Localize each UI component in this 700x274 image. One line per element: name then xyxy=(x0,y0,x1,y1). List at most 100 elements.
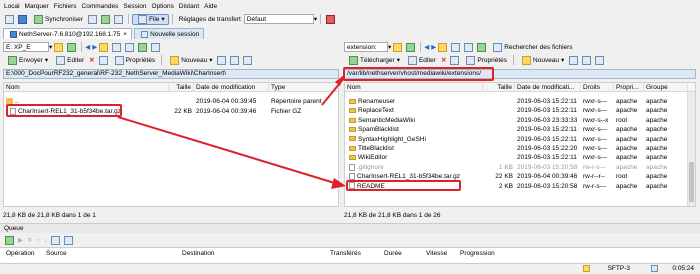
parent-dir-icon[interactable] xyxy=(99,42,109,52)
send-button[interactable]: Envoyer ▾ xyxy=(3,55,51,65)
queue-button[interactable]: File ▾ xyxy=(131,13,169,25)
deselect-icon[interactable] xyxy=(230,55,240,65)
home-icon[interactable] xyxy=(125,42,135,52)
filter-icon[interactable] xyxy=(406,42,416,52)
left-file-list[interactable]: Nom Taille Date de modification Type .. … xyxy=(3,82,339,207)
col-owner[interactable]: Propri... xyxy=(614,83,644,92)
list-item[interactable]: TitleBlacklist 2019-06-03 15:22:20 rwxr-s-… xyxy=(345,144,695,153)
col-size[interactable]: Taille xyxy=(169,83,194,92)
open-folder-icon[interactable] xyxy=(54,42,64,52)
refresh-icon[interactable] xyxy=(138,42,148,52)
back-icon[interactable]: ◀ xyxy=(85,43,90,51)
terminal-icon[interactable] xyxy=(100,14,110,24)
delete-icon[interactable]: ✕ xyxy=(27,236,32,244)
menu-distant[interactable]: Distant xyxy=(179,3,199,10)
menu-session[interactable]: Session xyxy=(123,3,146,10)
find-icon[interactable] xyxy=(151,42,161,52)
item-name: SemanticMediaWiki xyxy=(345,116,483,125)
col-size[interactable]: Taille xyxy=(483,83,515,92)
queue-col-duration[interactable]: Durée xyxy=(382,249,402,258)
back-icon[interactable]: ◀ xyxy=(424,43,429,51)
col-rights[interactable]: Droits xyxy=(581,83,614,92)
menu-fichiers[interactable]: Fichiers xyxy=(54,3,77,10)
col-name[interactable]: Nom xyxy=(4,83,169,92)
transfer-settings-select[interactable]: Défaut xyxy=(243,14,314,24)
menu-local[interactable]: Local xyxy=(4,3,20,10)
root-dir-icon[interactable] xyxy=(451,42,461,52)
rename-icon[interactable] xyxy=(98,55,108,65)
queue-settings-icon[interactable] xyxy=(50,235,60,245)
list-item[interactable]: SemanticMediaWiki 2019-06-03 23:33:33 rwxr… xyxy=(345,116,695,125)
edit-button[interactable]: Editer xyxy=(403,55,439,65)
close-icon[interactable]: × xyxy=(123,31,127,38)
list-item[interactable]: ReplaceText 2019-06-03 15:22:11 rwxr-s--- a… xyxy=(345,106,695,115)
queue-col-source[interactable]: Source xyxy=(44,249,67,258)
filter-select-icon[interactable] xyxy=(243,55,253,65)
right-scrollbar[interactable] xyxy=(687,92,695,206)
list-item[interactable]: Renameuser 2019-06-03 15:22:11 rwxr-s--- ap… xyxy=(345,97,695,106)
deselect-icon[interactable] xyxy=(582,55,592,65)
home-icon[interactable] xyxy=(464,42,474,52)
edit-button[interactable]: Editer xyxy=(51,55,87,65)
tab-nethserver[interactable]: NethServer-7.6.810@192.168.1.75 × xyxy=(3,28,133,39)
chevron-down-icon[interactable]: ▾ xyxy=(314,15,317,23)
item-date: 2019-06-03 15:22:11 xyxy=(517,135,577,143)
scroll-thumb[interactable] xyxy=(689,162,694,202)
transfer-options-icon[interactable] xyxy=(326,14,336,24)
find-icon xyxy=(493,42,503,52)
queue-col-progress[interactable]: Progression xyxy=(458,249,495,258)
col-name[interactable]: Nom xyxy=(345,83,483,92)
compare-icon[interactable] xyxy=(18,14,27,24)
menu-commandes[interactable]: Commandes xyxy=(82,3,119,10)
left-path-bar[interactable]: E:\000_DocPourRF232_general\RF-232_NethS… xyxy=(3,69,339,79)
select-all-icon[interactable] xyxy=(217,55,227,65)
new-button[interactable]: Nouveau ▾ xyxy=(165,55,215,65)
select-all-icon[interactable] xyxy=(569,55,579,65)
chevron-down-icon[interactable]: ▾ xyxy=(49,43,52,51)
move-up-icon[interactable]: ↑ xyxy=(36,237,39,244)
chevron-down-icon[interactable]: ▾ xyxy=(388,43,391,51)
list-item[interactable]: SyntaxHighlight_GeSHi 2019-06-03 15:22:11… xyxy=(345,135,695,144)
delete-icon[interactable]: ✕ xyxy=(441,56,446,64)
queue-col-speed[interactable]: Vitesse xyxy=(424,249,447,258)
queue-col-destination[interactable]: Destination xyxy=(180,249,215,258)
right-dir-select[interactable]: extension: xyxy=(344,42,388,52)
properties-button[interactable]: Propriétés xyxy=(110,55,159,65)
left-drive-select[interactable]: E: XP_E xyxy=(3,42,49,52)
filter-select-icon[interactable] xyxy=(595,55,605,65)
find-files-button[interactable]: Rechercher des fichiers xyxy=(488,42,575,52)
menu-aide[interactable]: Aide xyxy=(204,3,217,10)
keep-updated-icon[interactable] xyxy=(87,14,97,24)
parent-dir-icon[interactable] xyxy=(438,42,448,52)
list-item[interactable]: WikiEditor 2019-06-03 15:22:11 rwxr-s--- ap… xyxy=(345,153,695,162)
putty-icon[interactable] xyxy=(113,14,123,24)
forward-icon[interactable]: ▶ xyxy=(431,43,436,51)
col-type[interactable]: Type xyxy=(269,83,338,92)
forward-icon[interactable]: ▶ xyxy=(92,43,97,51)
new-button[interactable]: Nouveau ▾ xyxy=(517,55,567,65)
queue-col-transferred[interactable]: Transférés xyxy=(328,249,361,258)
stop-icon[interactable]: ▶ xyxy=(18,236,23,244)
delete-icon[interactable]: ✕ xyxy=(89,56,94,64)
move-down-icon[interactable]: ↓ xyxy=(44,237,47,244)
properties-button[interactable]: Propriétés xyxy=(461,55,510,65)
list-item[interactable]: SpamBlacklist 2019-06-03 15:22:11 rwxr-s--… xyxy=(345,125,695,134)
play-icon[interactable] xyxy=(5,235,14,245)
local-panel-icon[interactable] xyxy=(5,14,14,24)
filter-icon[interactable] xyxy=(67,42,77,52)
col-date[interactable]: Date de modification xyxy=(194,83,269,92)
queue-col-operation[interactable]: Opération xyxy=(4,249,35,258)
tab-new-session[interactable]: Nouvelle session xyxy=(134,28,205,39)
list-item[interactable]: .gitignore 1 KB 2019-06-03 15:20:58 rw-r-s-… xyxy=(345,163,695,172)
sync-button[interactable]: Synchroniser xyxy=(29,14,86,24)
rename-icon[interactable] xyxy=(450,55,460,65)
queue-more-icon[interactable] xyxy=(63,235,73,245)
col-group[interactable]: Groupe xyxy=(644,83,688,92)
menu-marquer[interactable]: Marquer xyxy=(25,3,49,10)
col-date[interactable]: Date de modificati... xyxy=(515,83,581,92)
refresh-icon[interactable] xyxy=(477,42,487,52)
root-dir-icon[interactable] xyxy=(112,42,122,52)
open-folder-icon[interactable] xyxy=(393,42,403,52)
download-button[interactable]: Télécharger ▾ xyxy=(344,55,403,65)
menu-options[interactable]: Options xyxy=(152,3,174,10)
